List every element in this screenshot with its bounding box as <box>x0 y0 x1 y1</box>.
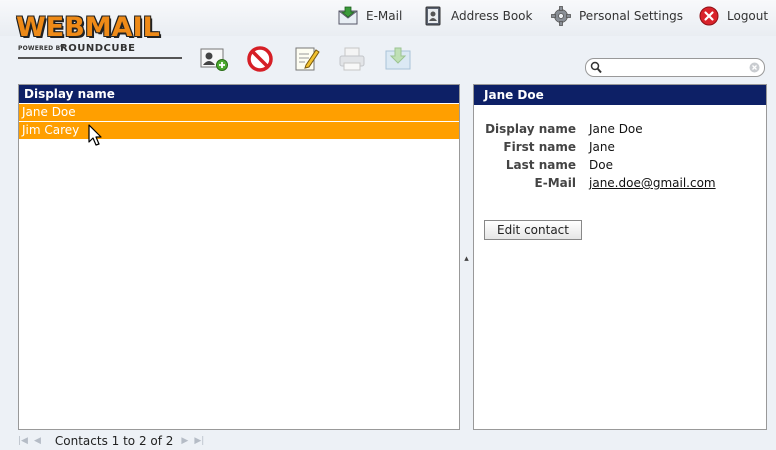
nav-address-book-label: Address Book <box>451 9 533 23</box>
field-value: Jane Doe <box>589 122 643 136</box>
first-page-icon[interactable]: |◀ <box>18 436 28 446</box>
logo-product: ROUNDCUBE <box>60 43 136 54</box>
export-icon <box>383 45 413 76</box>
contact-details-panel: Jane Doe Display name Jane Doe First nam… <box>473 84 767 430</box>
email-link[interactable]: jane.doe@gmail.com <box>589 176 716 190</box>
logo-powered-by: POWERED BY <box>18 45 65 52</box>
nav-logout[interactable]: Logout <box>699 5 768 27</box>
email-icon <box>338 6 358 26</box>
nav-settings-label: Personal Settings <box>579 9 684 23</box>
contacts-list: Display name Jane Doe Jim Carey <box>18 84 460 430</box>
field-first-name: First name Jane <box>474 140 766 158</box>
next-page-icon[interactable]: ▶ <box>181 436 188 446</box>
field-label: First name <box>503 140 576 154</box>
panel-splitter-handle[interactable]: ▴ <box>462 254 471 264</box>
field-display-name: Display name Jane Doe <box>474 122 766 140</box>
compose-button[interactable] <box>290 45 322 75</box>
contact-details-title: Jane Doe <box>474 85 766 105</box>
nav-address-book[interactable]: Address Book <box>423 5 532 27</box>
contacts-count: Contacts 1 to 2 of 2 <box>54 434 174 448</box>
address-book-icon <box>423 6 443 26</box>
nav-email[interactable]: E-Mail <box>338 5 402 27</box>
field-last-name: Last name Doe <box>474 158 766 176</box>
compose-icon <box>292 45 320 76</box>
delete-icon <box>246 45 274 76</box>
mouse-cursor-icon <box>88 124 104 148</box>
logo-underline <box>18 57 182 59</box>
search-icon <box>590 61 602 77</box>
previous-page-icon[interactable]: ◀ <box>34 436 41 446</box>
field-value: Doe <box>589 158 613 172</box>
edit-contact-button[interactable]: Edit contact <box>484 220 582 240</box>
print-button[interactable] <box>336 45 368 75</box>
search-box[interactable] <box>585 58 765 77</box>
webmail-logo: WEBMAIL POWERED BY ROUNDCUBE <box>16 14 184 64</box>
field-email: E-Mail jane.doe@gmail.com <box>474 176 766 194</box>
add-contact-button[interactable] <box>198 45 230 75</box>
last-page-icon[interactable]: ▶| <box>194 436 204 446</box>
pager: |◀ ◀ Contacts 1 to 2 of 2 ▶ ▶| <box>18 434 210 448</box>
search-input[interactable] <box>604 61 744 74</box>
delete-contact-button[interactable] <box>244 45 276 75</box>
column-header-display-name[interactable]: Display name <box>19 85 459 104</box>
contact-row[interactable]: Jane Doe <box>19 104 459 122</box>
field-label: Display name <box>485 122 576 136</box>
nav-settings[interactable]: Personal Settings <box>551 5 683 27</box>
print-icon <box>337 45 367 76</box>
add-contact-icon <box>199 46 229 75</box>
field-label: E-Mail <box>534 176 576 190</box>
field-label: Last name <box>505 158 576 172</box>
contact-row[interactable]: Jim Carey <box>19 122 459 140</box>
nav-email-label: E-Mail <box>366 9 403 23</box>
contact-info: Display name Jane Doe First name Jane La… <box>474 122 766 194</box>
export-button[interactable] <box>382 45 414 75</box>
logout-icon <box>699 6 719 26</box>
field-value: Jane <box>589 140 615 154</box>
logo-text: WEBMAIL <box>16 12 160 43</box>
gear-icon <box>551 6 571 26</box>
clear-search-icon[interactable] <box>749 62 760 76</box>
nav-logout-label: Logout <box>727 9 769 23</box>
